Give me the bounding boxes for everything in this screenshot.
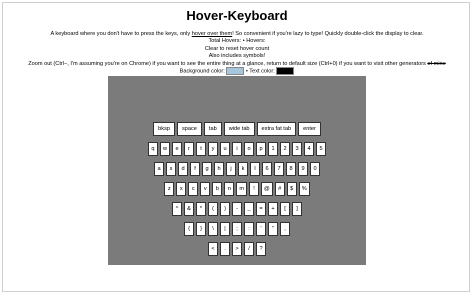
key[interactable]: a xyxy=(154,162,164,176)
key[interactable]: f xyxy=(190,162,200,176)
key[interactable]: tab xyxy=(203,122,222,136)
key[interactable]: { xyxy=(184,222,194,236)
key[interactable]: ? xyxy=(256,242,266,256)
hover-counter: Total Hovers: • Hovers: xyxy=(208,38,266,45)
key[interactable]: # xyxy=(274,182,285,196)
key[interactable]: h xyxy=(214,162,224,176)
hover-emphasis: hover over them xyxy=(191,31,233,37)
key[interactable]: 5 xyxy=(316,142,327,156)
text-color-picker[interactable] xyxy=(276,67,295,75)
key[interactable]: i xyxy=(232,142,243,156)
key[interactable]: t xyxy=(196,142,207,156)
color-controls: Background color: • Text color: xyxy=(0,67,474,75)
key[interactable]: & xyxy=(184,202,194,216)
keyboard-display[interactable]: bksp space tab wide tab extra fat tab enter q w… xyxy=(108,76,366,265)
key-row: qwertyuiop12345 xyxy=(108,142,366,156)
key[interactable]: w xyxy=(159,142,171,156)
key-row: ^ & *() - _ = +[] xyxy=(108,202,366,216)
key[interactable]: \ xyxy=(208,222,218,236)
key[interactable]: v xyxy=(200,182,211,196)
key[interactable]: enter xyxy=(298,122,321,136)
key[interactable]: 9 xyxy=(298,162,308,176)
key[interactable]: . xyxy=(220,242,230,256)
key[interactable]: _ xyxy=(244,202,254,216)
page-title: Hover-Keyboard xyxy=(186,8,288,23)
key-row: asdfghjkl67890 xyxy=(108,162,366,176)
key[interactable]: b xyxy=(212,182,223,196)
struck-text: of mine xyxy=(427,60,446,67)
info-text: A keyboard where you don't have to press… xyxy=(0,31,474,68)
key[interactable]: j xyxy=(226,162,236,176)
clear-hint: Clear to reset hover count xyxy=(204,45,270,52)
key[interactable]: r xyxy=(184,142,195,156)
key[interactable]: u xyxy=(220,142,231,156)
key[interactable]: g xyxy=(202,162,212,176)
key-row: <. > /? xyxy=(108,242,366,256)
key[interactable]: ! xyxy=(249,182,259,196)
key-row: z x c v b n m! @ # $% xyxy=(108,182,366,196)
key[interactable]: } xyxy=(196,222,206,236)
key[interactable]: 6 xyxy=(262,162,272,176)
key[interactable]: ) xyxy=(220,202,230,216)
key[interactable]: ] xyxy=(292,202,302,216)
key[interactable]: * xyxy=(196,202,206,216)
key[interactable]: q xyxy=(147,142,158,156)
key[interactable]: e xyxy=(172,142,183,156)
key[interactable]: @ xyxy=(261,182,273,196)
key[interactable]: space xyxy=(176,122,202,136)
key[interactable]: z xyxy=(164,182,175,196)
key[interactable]: 3 xyxy=(292,142,303,156)
info-line-1: A keyboard where you don't have to press… xyxy=(50,31,424,37)
key[interactable]: m xyxy=(236,182,247,196)
key[interactable]: 1 xyxy=(268,142,279,156)
key[interactable]: 7 xyxy=(274,162,284,176)
key[interactable]: + xyxy=(268,202,278,216)
key[interactable]: > xyxy=(232,242,242,256)
key[interactable]: , xyxy=(280,222,290,236)
key[interactable]: = xyxy=(256,202,266,216)
key-row: {} \ |;: ' ", xyxy=(108,222,366,236)
symbols-note: Also includes symbols! xyxy=(208,53,266,60)
key[interactable]: " xyxy=(268,222,278,236)
key[interactable]: s xyxy=(166,162,176,176)
key[interactable]: n xyxy=(224,182,235,196)
key[interactable]: | xyxy=(220,222,230,236)
bg-color-picker[interactable] xyxy=(226,67,245,75)
key-row: bksp space tab wide tab extra fat tab enter xyxy=(108,122,366,136)
key[interactable]: % xyxy=(298,182,310,196)
key[interactable]: 0 xyxy=(310,162,320,176)
key[interactable]: o xyxy=(244,142,255,156)
key[interactable]: ( xyxy=(208,202,218,216)
text-color-label: • Text color: xyxy=(245,68,275,75)
key[interactable]: - xyxy=(232,202,242,216)
key[interactable]: / xyxy=(244,242,254,256)
key[interactable]: wide tab xyxy=(223,122,255,136)
key[interactable]: < xyxy=(208,242,218,256)
key[interactable]: ' xyxy=(256,222,266,236)
key[interactable]: 8 xyxy=(286,162,296,176)
key[interactable]: 2 xyxy=(280,142,291,156)
key[interactable]: ; xyxy=(232,222,242,236)
key[interactable]: 4 xyxy=(304,142,315,156)
key[interactable]: $ xyxy=(286,182,297,196)
key[interactable]: x xyxy=(176,182,187,196)
key[interactable]: y xyxy=(208,142,219,156)
key[interactable]: [ xyxy=(280,202,290,216)
key[interactable]: l xyxy=(250,162,260,176)
key[interactable]: p xyxy=(256,142,267,156)
key[interactable]: ^ xyxy=(172,202,182,216)
key[interactable]: k xyxy=(238,162,248,176)
key[interactable]: bksp xyxy=(153,122,175,136)
bg-color-label: Background color: xyxy=(179,68,225,75)
key[interactable]: extra fat tab xyxy=(256,122,297,136)
key[interactable]: : xyxy=(244,222,254,236)
key[interactable]: d xyxy=(178,162,188,176)
key[interactable]: c xyxy=(188,182,199,196)
